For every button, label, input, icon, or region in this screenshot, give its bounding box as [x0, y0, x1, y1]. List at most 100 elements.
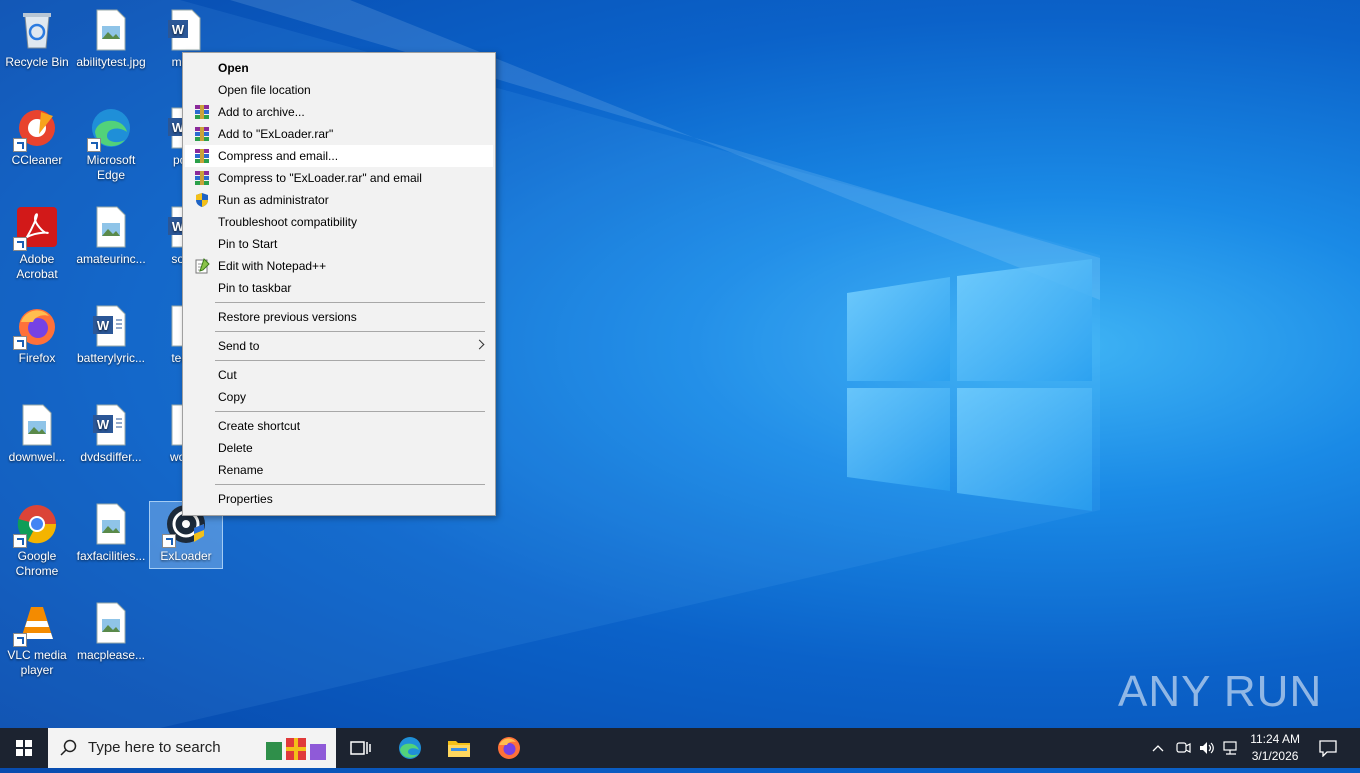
task-view-icon[interactable] [348, 736, 372, 760]
desktop-icon-batterylyric[interactable]: W batterylyric... [75, 304, 147, 366]
desktop-icon-label: VLC media player [7, 648, 67, 677]
desktop-icon-faxfacilities[interactable]: faxfacilities... [75, 502, 147, 564]
desktop-icon-label: macplease... [76, 648, 146, 662]
menu-item-label: Troubleshoot compatibility [218, 215, 357, 229]
menu-item-delete[interactable]: Delete [185, 437, 493, 459]
menu-item-label: Pin to Start [218, 237, 278, 251]
menu-item-create-shortcut[interactable]: Create shortcut [185, 415, 493, 437]
menu-item-label: Copy [218, 390, 247, 404]
menu-item-compress-and-email[interactable]: Compress and email... [185, 145, 493, 167]
shortcut-arrow-icon [87, 138, 101, 152]
desktop-icon-label: Adobe Acrobat [16, 252, 58, 281]
shortcut-arrow-icon [13, 633, 27, 647]
menu-separator [215, 484, 485, 485]
menu-item-label: Pin to taskbar [218, 281, 292, 295]
menu-item-restore-previous-versions[interactable]: Restore previous versions [185, 306, 493, 328]
desktop-icon-label: Firefox [18, 351, 56, 365]
menu-separator [215, 302, 485, 303]
menu-item-label: Compress to "ExLoader.rar" and email [218, 171, 422, 185]
desktop-icon-label: CCleaner [11, 153, 63, 167]
shortcut-arrow-icon [13, 534, 27, 548]
menu-separator [215, 411, 485, 412]
desktop-icon-ccleaner[interactable]: CCleaner [1, 106, 73, 168]
desktop-icon-dvdsdiffer[interactable]: W dvdsdiffer... [75, 403, 147, 465]
winrar-icon [195, 105, 209, 119]
menu-item-run-as-administrator[interactable]: Run as administrator [185, 189, 493, 211]
winrar-icon [195, 149, 209, 163]
volume-icon[interactable] [1198, 740, 1216, 756]
taskbar-firefox-icon[interactable] [497, 736, 521, 760]
taskbar-edge-icon[interactable] [398, 736, 422, 760]
desktop-icon-label: downwel... [8, 450, 66, 464]
menu-separator [215, 360, 485, 361]
image-file-icon [96, 602, 126, 644]
desktop-icon-firefox[interactable]: Firefox [1, 304, 73, 366]
menu-item-label: Restore previous versions [218, 310, 357, 324]
menu-separator [215, 331, 485, 332]
show-hidden-icons-chevron-icon[interactable] [1152, 742, 1164, 754]
anyrun-logo-icon: ANY RUN [1118, 667, 1321, 716]
desktop-icon-google-chrome[interactable]: Google Chrome [1, 502, 73, 579]
desktop-icon-recycle-bin[interactable]: Recycle Bin [1, 8, 73, 70]
winrar-icon [195, 171, 209, 185]
desktop-icon-label: faxfacilities... [76, 549, 146, 563]
menu-item-edit-with-notepadpp[interactable]: Edit with Notepad++ [185, 255, 493, 277]
menu-item-add-to-exloader-rar[interactable]: Add to "ExLoader.rar" [185, 123, 493, 145]
taskbar-search-box[interactable]: Type here to search [48, 728, 336, 768]
image-file-icon [96, 503, 126, 545]
menu-item-rename[interactable]: Rename [185, 459, 493, 481]
svg-text:W: W [97, 417, 110, 432]
svg-text:W: W [172, 22, 185, 37]
desktop-icon-label: abilitytest.jpg [76, 55, 146, 69]
menu-item-compress-to-rar-and-email[interactable]: Compress to "ExLoader.rar" and email [185, 167, 493, 189]
menu-item-copy[interactable]: Copy [185, 386, 493, 408]
search-placeholder: Type here to search [88, 739, 221, 756]
desktop-icon-downwel[interactable]: downwel... [1, 403, 73, 465]
menu-item-label: Properties [218, 492, 273, 506]
shortcut-arrow-icon [13, 336, 27, 350]
desktop-icon-label: Google Chrome [15, 549, 59, 578]
desktop-icon-amateurinc[interactable]: amateurinc... [75, 205, 147, 267]
start-button[interactable] [0, 728, 48, 768]
word-document-icon: W [93, 404, 126, 446]
word-document-icon: W [93, 305, 126, 347]
menu-item-pin-to-start[interactable]: Pin to Start [185, 233, 493, 255]
meet-now-icon[interactable] [1175, 740, 1191, 756]
desktop-icon-abilitytest[interactable]: abilitytest.jpg [75, 8, 147, 70]
network-icon[interactable] [1222, 740, 1240, 756]
desktop-icon-label: Microsoft Edge [86, 153, 136, 182]
search-highlight-gifts-icon [266, 738, 326, 760]
image-file-icon [22, 404, 52, 446]
desktop-icon-label: batterylyric... [76, 351, 145, 365]
search-icon [60, 739, 77, 756]
taskbar: Type here to search 11:24 AM 3/1/2026 [0, 728, 1360, 768]
menu-item-open-file-location[interactable]: Open file location [185, 79, 493, 101]
menu-item-open[interactable]: Open [185, 57, 493, 79]
menu-item-cut[interactable]: Cut [185, 364, 493, 386]
desktop-icon-adobe-acrobat[interactable]: Adobe Acrobat [1, 205, 73, 282]
menu-item-send-to[interactable]: Send to [185, 335, 493, 357]
menu-item-pin-to-taskbar[interactable]: Pin to taskbar [185, 277, 493, 299]
menu-item-label: Run as administrator [218, 193, 329, 207]
menu-item-troubleshoot-compatibility[interactable]: Troubleshoot compatibility [185, 211, 493, 233]
windows-start-icon [16, 740, 32, 756]
menu-item-add-to-archive[interactable]: Add to archive... [185, 101, 493, 123]
image-file-icon [96, 206, 126, 248]
context-menu: Open Open file location Add to archive..… [182, 52, 496, 516]
menu-item-label: Open file location [218, 83, 311, 97]
chevron-right-icon [474, 339, 485, 350]
image-file-icon [96, 9, 126, 51]
desktop-icon-macplease[interactable]: macplease... [75, 601, 147, 663]
notification-center-icon[interactable] [1318, 739, 1338, 757]
watermark-text: ANY RUN [1118, 667, 1318, 716]
menu-item-label: Add to archive... [218, 105, 305, 119]
menu-item-label: Compress and email... [218, 149, 339, 163]
taskbar-clock[interactable]: 11:24 AM 3/1/2026 [1250, 731, 1300, 765]
menu-item-label: Delete [218, 441, 253, 455]
desktop-icon-microsoft-edge[interactable]: Microsoft Edge [75, 106, 147, 183]
menu-item-label: Edit with Notepad++ [218, 259, 327, 273]
file-explorer-icon[interactable] [447, 736, 471, 760]
menu-item-properties[interactable]: Properties [185, 488, 493, 510]
menu-item-label: Rename [218, 463, 264, 477]
desktop-icon-vlc[interactable]: VLC media player [1, 601, 73, 678]
